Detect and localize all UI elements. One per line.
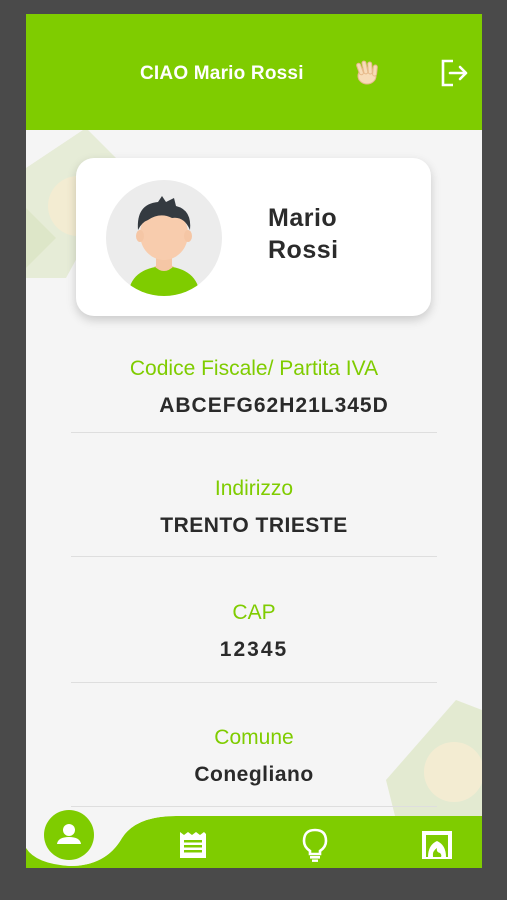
receipt-icon (180, 832, 206, 858)
nav-receipt-button[interactable] (178, 830, 208, 865)
field-value: Conegliano (194, 763, 314, 786)
app-screen: CIAO Mario Rossi Mario Rossi Codice Fisc… (26, 0, 482, 900)
divider (71, 556, 437, 557)
profile-name: Mario Rossi (268, 202, 418, 266)
divider (71, 682, 437, 683)
waving-hand-icon (356, 60, 378, 85)
lightbulb-icon (302, 828, 328, 862)
divider (71, 806, 437, 807)
bottom-strip (26, 868, 482, 900)
field-label: Indirizzo (214, 477, 294, 500)
field-value: 12345 (219, 638, 289, 661)
field-label: Codice Fiscale/ Partita IVA (129, 357, 379, 380)
field-value: ABCEFG62H21L345D (159, 394, 389, 417)
field-value: TRENTO TRIESTE (160, 514, 348, 537)
bottom-nav-bar (26, 808, 482, 868)
profile-card: Mario Rossi (76, 158, 431, 316)
nav-tips-button[interactable] (302, 828, 328, 867)
field-indirizzo: Indirizzo TRENTO TRIESTE (71, 477, 437, 538)
divider (71, 432, 437, 433)
field-comune: Comune Conegliano (71, 726, 437, 787)
field-label: CAP (232, 601, 276, 624)
logout-icon[interactable] (439, 58, 469, 88)
header-bar: CIAO Mario Rossi (26, 14, 482, 130)
first-name: Mario (268, 204, 338, 232)
field-label: Comune (214, 726, 294, 749)
profile-icon (44, 810, 94, 860)
field-codice-fiscale: Codice Fiscale/ Partita IVA ABCEFG62H21L… (71, 357, 437, 418)
nav-profile-button[interactable] (44, 810, 94, 865)
field-cap: CAP 12345 (71, 601, 437, 662)
fireplace-icon (422, 831, 452, 859)
status-strip (26, 0, 482, 14)
greeting-text: CIAO Mario Rossi (140, 63, 304, 84)
last-name: Rossi (268, 236, 339, 264)
nav-fireplace-button[interactable] (421, 830, 453, 865)
user-avatar-icon (106, 180, 222, 296)
